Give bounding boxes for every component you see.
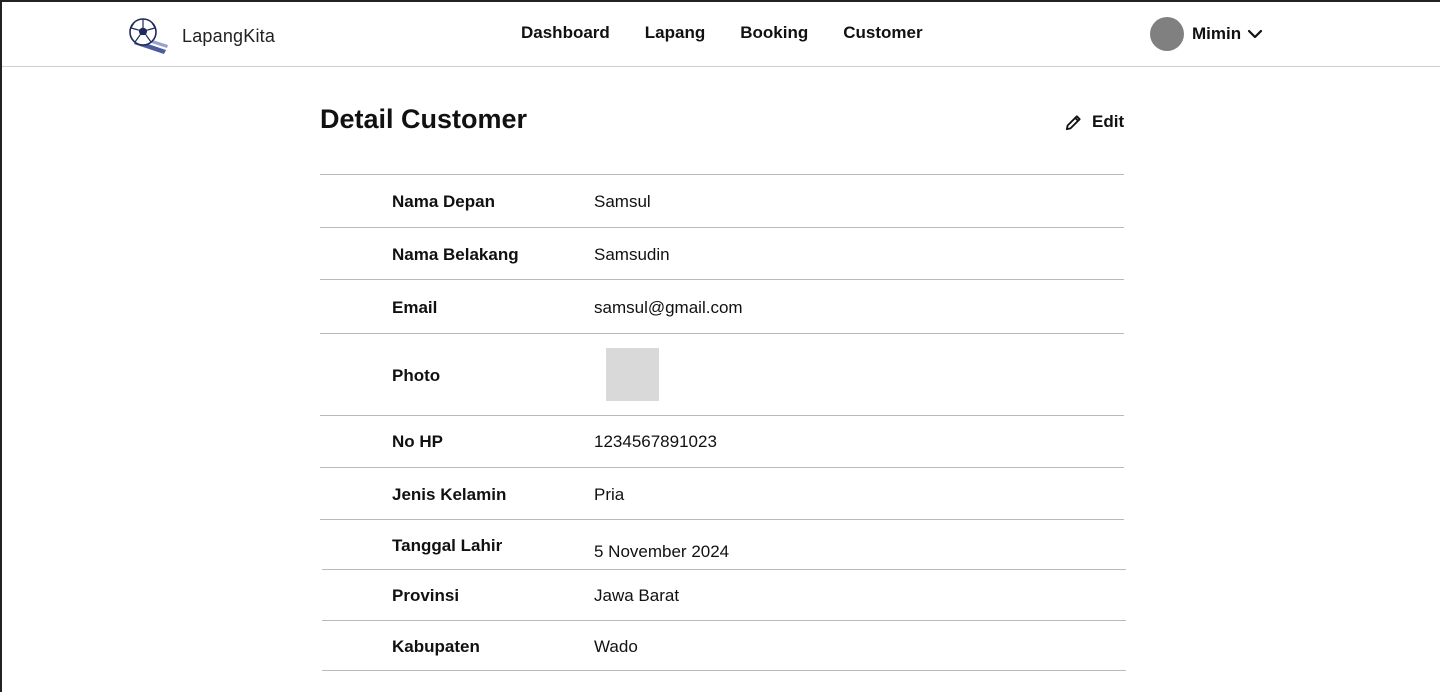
chevron-down-icon[interactable]	[1247, 26, 1263, 42]
customer-photo	[606, 348, 659, 401]
label-photo: Photo	[392, 366, 441, 385]
value-no-hp: 1234567891023	[594, 432, 717, 451]
nav-dashboard[interactable]: Dashboard	[521, 23, 610, 43]
value-jenis-kelamin: Pria	[594, 485, 625, 504]
row-divider	[320, 279, 1124, 280]
row-divider	[322, 569, 1126, 570]
row-divider	[320, 519, 1124, 520]
edit-label: Edit	[1092, 112, 1125, 131]
avatar[interactable]	[1150, 17, 1184, 51]
label-nama-depan: Nama Depan	[392, 192, 495, 211]
edit-button[interactable]: Edit	[1064, 112, 1124, 132]
row-divider	[320, 333, 1124, 334]
soccer-ball-logo-icon	[129, 18, 168, 54]
label-provinsi: Provinsi	[392, 586, 460, 605]
nav-lapang[interactable]: Lapang	[645, 23, 705, 43]
row-divider	[320, 227, 1124, 228]
value-nama-depan: Samsul	[594, 192, 651, 211]
row-divider	[320, 174, 1124, 175]
label-email: Email	[392, 298, 438, 317]
value-email: samsul@gmail.com	[594, 298, 743, 317]
label-jenis-kelamin: Jenis Kelamin	[392, 485, 507, 504]
value-nama-belakang: Samsudin	[594, 245, 670, 264]
row-divider	[322, 620, 1126, 621]
nav-customer[interactable]: Customer	[843, 23, 922, 43]
value-provinsi: Jawa Barat	[594, 586, 680, 605]
nav-booking[interactable]: Booking	[740, 23, 808, 43]
row-divider	[320, 467, 1124, 468]
page-title: Detail Customer	[320, 104, 528, 134]
label-kabupaten: Kabupaten	[392, 637, 480, 656]
user-menu[interactable]: Mimin	[1150, 17, 1263, 51]
label-tanggal-lahir: Tanggal Lahir	[392, 536, 503, 555]
value-tanggal-lahir: 5 November 2024	[594, 542, 730, 561]
brand-name: LapangKita	[182, 25, 276, 46]
pencil-icon	[1065, 114, 1081, 130]
main-nav: Dashboard Lapang Booking Customer	[521, 23, 958, 43]
row-divider	[320, 415, 1124, 416]
value-kabupaten: Wado	[594, 637, 638, 656]
label-no-hp: No HP	[392, 432, 443, 451]
user-name: Mimin	[1192, 24, 1242, 43]
brand[interactable]: LapangKita	[126, 16, 275, 56]
row-divider	[322, 670, 1126, 671]
top-navbar: LapangKita Dashboard Lapang Booking Cust…	[2, 2, 1440, 67]
label-nama-belakang: Nama Belakang	[392, 245, 519, 264]
